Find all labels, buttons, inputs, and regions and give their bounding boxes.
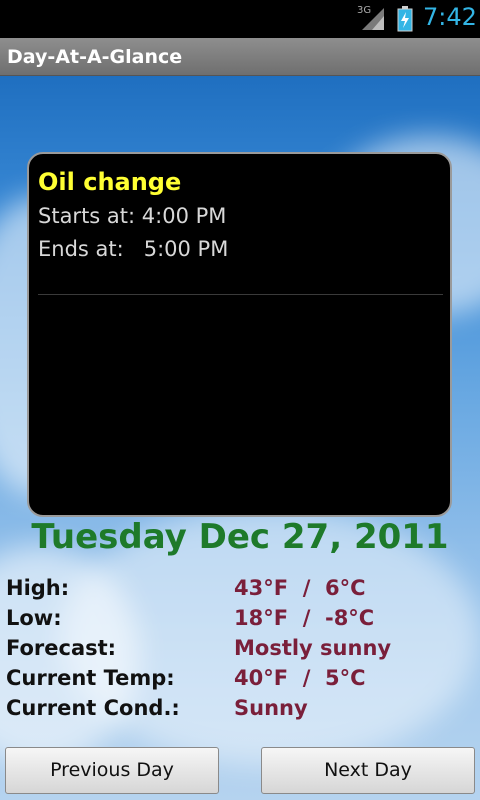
weather-label: Low:	[6, 606, 62, 630]
weather-row-current-cond: Current Cond.: Sunny	[0, 696, 480, 726]
app-title: Day-At-A-Glance	[7, 46, 183, 68]
weather-value: 40°F / 5°C	[234, 666, 366, 690]
sky-background: Oil change Starts at: 4:00 PM Ends at: 5…	[0, 76, 480, 800]
weather-row-forecast: Forecast: Mostly sunny	[0, 636, 480, 666]
app-title-bar: Day-At-A-Glance	[0, 38, 480, 76]
weather-label: Current Temp:	[6, 666, 175, 690]
weather-value: Mostly sunny	[234, 636, 392, 660]
weather-row-high: High: 43°F / 6°C	[0, 576, 480, 606]
event-divider	[38, 294, 443, 295]
date-heading: Tuesday Dec 27, 2011	[31, 517, 449, 557]
previous-day-button[interactable]: Previous Day	[5, 747, 219, 794]
event-start-time: Starts at: 4:00 PM	[38, 204, 227, 228]
status-bar: 3G 7:42	[0, 0, 480, 38]
event-card[interactable]: Oil change Starts at: 4:00 PM Ends at: 5…	[27, 152, 452, 517]
status-clock: 7:42	[423, 3, 477, 31]
event-end-time: Ends at: 5:00 PM	[38, 237, 229, 261]
weather-row-current-temp: Current Temp: 40°F / 5°C	[0, 666, 480, 696]
next-day-button[interactable]: Next Day	[261, 747, 475, 794]
weather-label: Current Cond.:	[6, 696, 180, 720]
weather-label: High:	[6, 576, 70, 600]
signal-icon	[362, 8, 384, 30]
weather-row-low: Low: 18°F / -8°C	[0, 606, 480, 636]
weather-label: Forecast:	[6, 636, 117, 660]
weather-value: Sunny	[234, 696, 308, 720]
weather-value: 43°F / 6°C	[234, 576, 366, 600]
event-title: Oil change	[38, 168, 182, 196]
battery-charging-icon	[397, 6, 413, 32]
weather-value: 18°F / -8°C	[234, 606, 375, 630]
